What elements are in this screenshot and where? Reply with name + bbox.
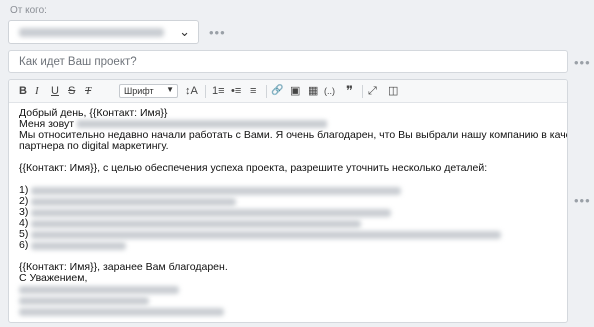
list-number: 6) xyxy=(19,239,29,251)
redacted-signature xyxy=(19,297,149,305)
signature-line xyxy=(19,295,557,306)
redacted-list-text xyxy=(31,187,401,195)
redacted-signature xyxy=(19,308,224,316)
subject-input[interactable]: Как идет Ваш проект? xyxy=(8,50,568,73)
signature-line xyxy=(19,306,557,317)
intro-line-2: партнера по digital маркетингу. xyxy=(19,140,169,152)
regards-line: С Уважением, xyxy=(19,272,88,284)
clear-format-icon[interactable]: T xyxy=(85,84,91,98)
greeting-line: Добрый день, {{Контакт: Имя}} xyxy=(19,107,168,119)
font-family-label: Шрифт xyxy=(124,86,154,96)
redacted-list-text xyxy=(31,242,126,250)
email-body[interactable]: Добрый день, {{Контакт: Имя}} Меня зовут… xyxy=(9,103,567,322)
align-icon[interactable]: ≡ xyxy=(250,84,256,98)
ordered-list-icon[interactable]: 1≡ xyxy=(212,84,225,98)
list-item: 6) xyxy=(19,240,557,251)
underline-icon[interactable]: U xyxy=(51,84,59,98)
font-family-select[interactable]: Шрифт ▼ xyxy=(119,84,178,98)
email-editor[interactable]: B I U S T Шрифт ▼ ↕A 1≡ •≡ ≡ 🔗 ▣ ▦ (..) … xyxy=(8,79,568,323)
italic-icon[interactable]: I xyxy=(35,84,39,98)
redacted-list-text xyxy=(31,198,236,206)
editor-more-icon[interactable]: ••• xyxy=(574,194,591,207)
quote-icon[interactable]: ❞ xyxy=(346,84,353,98)
redacted-name xyxy=(76,120,327,129)
strikethrough-icon[interactable]: S xyxy=(68,84,75,98)
signature-line xyxy=(19,284,557,295)
subject-more-icon[interactable]: ••• xyxy=(574,56,591,69)
chevron-down-icon: ⌄ xyxy=(179,24,190,39)
bullet-list-icon[interactable]: •≡ xyxy=(231,84,241,98)
redacted-list-text xyxy=(31,220,361,228)
editor-toolbar: B I U S T Шрифт ▼ ↕A 1≡ •≡ ≡ 🔗 ▣ ▦ (..) … xyxy=(9,80,567,103)
code-icon[interactable]: (..) xyxy=(324,84,335,98)
redacted-signature xyxy=(19,286,179,294)
redacted-list-text xyxy=(31,209,391,217)
toolbar-divider xyxy=(266,85,267,98)
redacted-list-text xyxy=(31,231,501,239)
list-item: 2) xyxy=(19,196,557,207)
source-view-icon[interactable]: ◫ xyxy=(388,84,398,98)
image-icon[interactable]: ▣ xyxy=(290,84,300,98)
toolbar-divider xyxy=(205,85,206,98)
list-item: 4) xyxy=(19,218,557,229)
details-line: {{Контакт: Имя}}, с целью обеспечения ус… xyxy=(19,162,488,174)
link-icon[interactable]: 🔗 xyxy=(271,84,283,98)
from-label: От кого: xyxy=(10,5,47,16)
fullscreen-icon[interactable]: ⤢ xyxy=(368,84,377,98)
sender-more-icon[interactable]: ••• xyxy=(209,26,226,39)
chevron-down-icon: ▼ xyxy=(166,85,174,94)
list-item: 5) xyxy=(19,229,557,240)
bold-icon[interactable]: B xyxy=(19,84,27,98)
sender-value-redacted xyxy=(19,28,164,37)
sender-select[interactable]: ⌄ xyxy=(8,20,199,44)
table-icon[interactable]: ▦ xyxy=(308,84,318,98)
toolbar-divider xyxy=(362,85,363,98)
thanks-line: {{Контакт: Имя}}, заранее Вам благодарен… xyxy=(19,261,228,273)
list-item: 1) xyxy=(19,185,557,196)
font-size-icon[interactable]: ↕A xyxy=(185,84,198,98)
list-item: 3) xyxy=(19,207,557,218)
